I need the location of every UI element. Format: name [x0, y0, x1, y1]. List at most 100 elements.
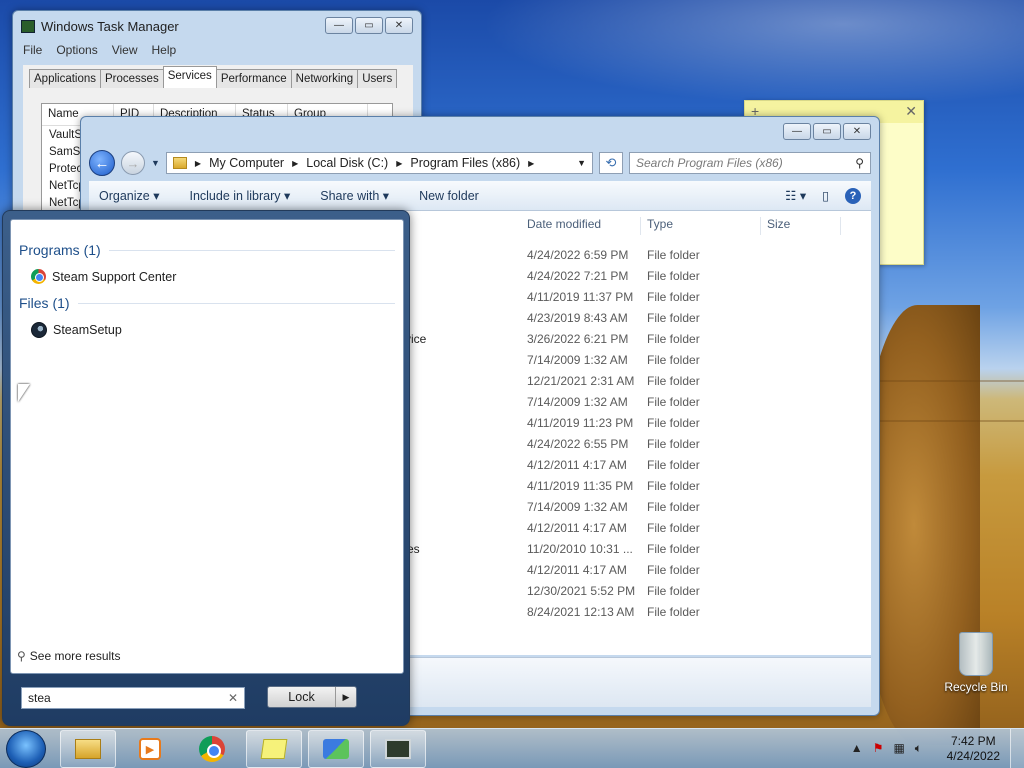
recent-pages-icon[interactable]: ▼	[151, 158, 160, 168]
refresh-button[interactable]: ⟲	[599, 152, 623, 174]
lock-button[interactable]: Lock ▶	[267, 686, 357, 708]
files-header: Files (1)	[19, 295, 395, 311]
start-search-input[interactable]: stea ✕	[21, 687, 245, 709]
breadcrumb-separator-icon[interactable]: ▶	[292, 159, 298, 168]
organize-menu[interactable]: Organize ▾	[99, 188, 159, 203]
file-date-modified: 4/11/2019 11:35 PM	[527, 479, 634, 493]
result-steam-support-center[interactable]: Steam Support Center	[31, 269, 176, 284]
task-manager-tabs: Applications Processes Services Performa…	[29, 66, 398, 88]
file-type: File folder	[647, 311, 700, 325]
file-date-modified: 4/12/2011 4:17 AM	[527, 458, 627, 472]
programs-header: Programs (1)	[19, 242, 395, 258]
clock[interactable]: 7:42 PM 4/24/2022	[947, 734, 1000, 764]
sky-clouds	[420, 0, 1024, 120]
taskbar-network[interactable]	[308, 730, 364, 768]
sticky-notes-icon	[260, 739, 288, 759]
task-manager-menubar: File Options View Help	[23, 43, 176, 57]
power-options-arrow-icon[interactable]: ▶	[336, 687, 356, 707]
taskbar-media-player[interactable]: ▶	[122, 730, 178, 768]
taskbar-explorer[interactable]	[60, 730, 116, 768]
result-steamsetup[interactable]: SteamSetup	[31, 322, 122, 338]
system-tray: ▲ ⚑ ▦ 🔈︎	[851, 741, 922, 756]
file-type: File folder	[647, 374, 700, 388]
maximize-button[interactable]: ▭	[813, 123, 841, 140]
see-more-results-link[interactable]: ⚲ See more results	[17, 649, 121, 663]
breadcrumb-my-computer[interactable]: My Computer	[209, 156, 284, 170]
breadcrumb-program-files[interactable]: Program Files (x86)	[410, 156, 520, 170]
file-date-modified: 4/12/2011 4:17 AM	[527, 563, 627, 577]
tab-services[interactable]: Services	[162, 66, 217, 88]
file-date-modified: 12/30/2021 5:52 PM	[527, 584, 636, 598]
tab-applications[interactable]: Applications	[29, 69, 102, 88]
tab-performance[interactable]: Performance	[215, 69, 292, 88]
task-manager-icon	[21, 20, 35, 33]
breadcrumb-separator-icon[interactable]: ▶	[396, 159, 402, 168]
col-date-modified[interactable]: Date modified	[521, 217, 641, 235]
close-button[interactable]: ✕	[843, 123, 871, 140]
file-type: File folder	[647, 479, 700, 493]
command-bar: Organize ▾ Include in library ▾ Share wi…	[89, 181, 871, 211]
search-icon[interactable]: ⚲	[855, 156, 864, 170]
file-date-modified: 4/23/2019 8:43 AM	[527, 311, 628, 325]
file-type: File folder	[647, 395, 700, 409]
file-date-modified: 7/14/2009 1:32 AM	[527, 395, 628, 409]
file-type: File folder	[647, 584, 700, 598]
menu-options[interactable]: Options	[56, 43, 97, 57]
address-dropdown-icon[interactable]: ▼	[577, 158, 586, 168]
steam-icon	[31, 322, 47, 338]
start-button[interactable]	[6, 730, 46, 768]
recycle-bin-icon	[959, 632, 993, 676]
field-line	[880, 420, 1024, 422]
close-note-icon[interactable]: ✕	[905, 103, 917, 121]
search-input[interactable]: Search Program Files (x86) ⚲	[629, 152, 871, 174]
file-date-modified: 12/21/2021 2:31 AM	[527, 374, 635, 388]
network-icon[interactable]: ▦	[893, 741, 904, 756]
breadcrumb-local-disk[interactable]: Local Disk (C:)	[306, 156, 388, 170]
clock-date: 4/24/2022	[946, 749, 1000, 763]
breadcrumb-separator-icon[interactable]: ▶	[195, 159, 201, 168]
clear-search-icon[interactable]: ✕	[228, 691, 238, 705]
taskbar-chrome[interactable]	[184, 730, 240, 768]
tab-processes[interactable]: Processes	[100, 69, 164, 88]
menu-view[interactable]: View	[112, 43, 138, 57]
file-date-modified: 3/26/2022 6:21 PM	[527, 332, 629, 346]
file-type: File folder	[647, 353, 700, 367]
preview-pane-icon[interactable]: ▯	[822, 188, 829, 203]
minimize-button[interactable]: —	[783, 123, 811, 140]
help-icon[interactable]: ?	[845, 187, 861, 204]
col-type[interactable]: Type	[641, 217, 761, 235]
tab-users[interactable]: Users	[357, 69, 398, 88]
maximize-button[interactable]: ▭	[355, 17, 383, 34]
close-button[interactable]: ✕	[385, 17, 413, 34]
search-icon: ⚲	[17, 649, 26, 663]
breadcrumb-separator-icon[interactable]: ▶	[528, 159, 534, 168]
search-results-panel: Programs (1) Steam Support Center Files …	[10, 219, 404, 674]
menu-file[interactable]: File	[23, 43, 42, 57]
taskbar-task-manager[interactable]	[370, 730, 426, 768]
tab-networking[interactable]: Networking	[290, 69, 359, 88]
share-with-menu[interactable]: Share with ▾	[320, 188, 389, 203]
recycle-bin[interactable]: Recycle Bin	[944, 632, 1008, 694]
forward-button[interactable]: →	[121, 151, 145, 175]
new-folder-button[interactable]: New folder	[419, 189, 479, 203]
volume-icon[interactable]: 🔈︎	[915, 741, 922, 756]
menu-help[interactable]: Help	[152, 43, 177, 57]
start-menu[interactable]: Programs (1) Steam Support Center Files …	[2, 210, 410, 726]
action-center-icon[interactable]: ⚑	[873, 741, 884, 756]
show-desktop-button[interactable]	[1010, 729, 1024, 768]
chrome-icon	[31, 269, 46, 284]
view-options-icon[interactable]: ☷ ▾	[785, 188, 806, 203]
file-date-modified: 7/14/2009 1:32 AM	[527, 353, 628, 367]
minimize-button[interactable]: —	[325, 17, 353, 34]
file-type: File folder	[647, 521, 700, 535]
file-date-modified: 4/11/2019 11:37 PM	[527, 290, 634, 304]
col-size[interactable]: Size	[761, 217, 841, 235]
file-type: File folder	[647, 605, 700, 619]
address-bar[interactable]: ▶ My Computer ▶ Local Disk (C:) ▶ Progra…	[165, 152, 593, 174]
taskbar-sticky-notes[interactable]	[246, 730, 302, 768]
back-button[interactable]: ←	[89, 150, 115, 176]
show-hidden-icons-icon[interactable]: ▲	[851, 741, 863, 756]
include-in-library-menu[interactable]: Include in library ▾	[189, 188, 290, 203]
chrome-icon	[199, 736, 225, 762]
file-date-modified: 11/20/2010 10:31 ...	[527, 542, 633, 556]
